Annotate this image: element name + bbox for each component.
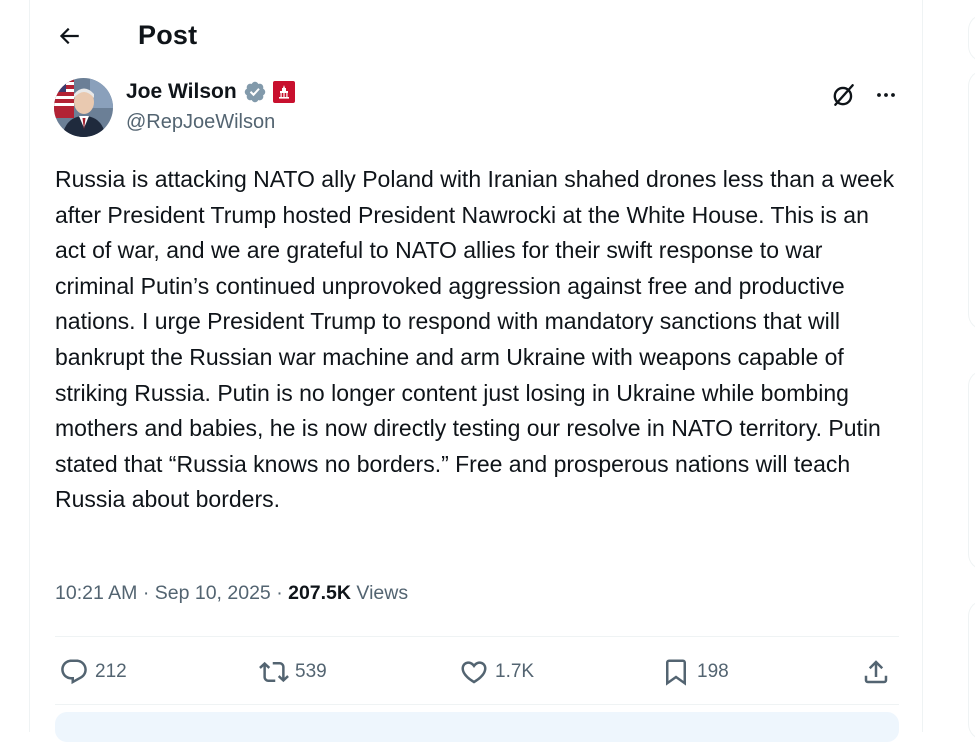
- bookmark-button[interactable]: 198: [661, 648, 729, 696]
- repost-icon: [259, 661, 289, 683]
- arrow-left-icon: [59, 27, 79, 45]
- post-text: Russia is attacking NATO ally Poland wit…: [55, 166, 895, 513]
- reply-count: 212: [95, 661, 127, 682]
- divider: [55, 704, 899, 705]
- reply-button[interactable]: 212: [59, 648, 127, 696]
- page-title: Post: [138, 20, 198, 50]
- more-icon: [877, 93, 895, 97]
- author-name-text: Joe Wilson: [126, 80, 237, 103]
- post-actions: 212 539 1.7K 198: [55, 648, 899, 696]
- like-count: 1.7K: [495, 661, 535, 682]
- sidebar-card: [968, 600, 975, 740]
- bookmark-icon: [666, 659, 686, 686]
- views-count: 207.5K: [288, 582, 351, 604]
- left-gutter: [0, 0, 30, 732]
- post-date[interactable]: Sep 10, 2025: [155, 582, 271, 604]
- views-label: Views: [356, 582, 409, 604]
- meta-separator: ·: [276, 582, 283, 604]
- bookmark-count: 198: [697, 661, 729, 682]
- sidebar-search-box[interactable]: [968, 14, 975, 62]
- post-meta: 10:21 AM · Sep 10, 2025 · 207.5K Views: [55, 582, 408, 605]
- grok-icon: [833, 84, 854, 106]
- verified-badge-icon[interactable]: [243, 80, 267, 104]
- avatar[interactable]: [54, 78, 113, 137]
- grok-button[interactable]: [829, 80, 859, 110]
- back-button[interactable]: [51, 18, 87, 54]
- meta-separator: ·: [142, 582, 150, 604]
- divider: [55, 636, 899, 637]
- page-header: Post: [31, 0, 923, 72]
- reply-composer[interactable]: [55, 712, 899, 742]
- repost-button[interactable]: 539: [259, 648, 327, 696]
- repost-count: 539: [295, 661, 327, 682]
- post-detail-column: Post Joe Wilson @RepJoeWilson Russia is …: [31, 0, 923, 742]
- post-time[interactable]: 10:21 AM: [55, 582, 137, 604]
- congress-flag-icon[interactable]: [272, 81, 295, 103]
- like-button[interactable]: 1.7K: [459, 648, 534, 696]
- like-icon: [461, 661, 487, 684]
- sidebar-card: [968, 70, 975, 330]
- share-icon: [864, 660, 888, 684]
- more-button[interactable]: [869, 80, 903, 110]
- right-sidebar: [924, 0, 975, 740]
- reply-icon: [61, 659, 87, 685]
- author-name[interactable]: Joe Wilson: [126, 80, 295, 104]
- share-button[interactable]: [861, 648, 891, 696]
- author-handle[interactable]: @RepJoeWilson: [126, 111, 275, 134]
- avatar-image: [54, 78, 113, 137]
- sidebar-card: [968, 370, 975, 570]
